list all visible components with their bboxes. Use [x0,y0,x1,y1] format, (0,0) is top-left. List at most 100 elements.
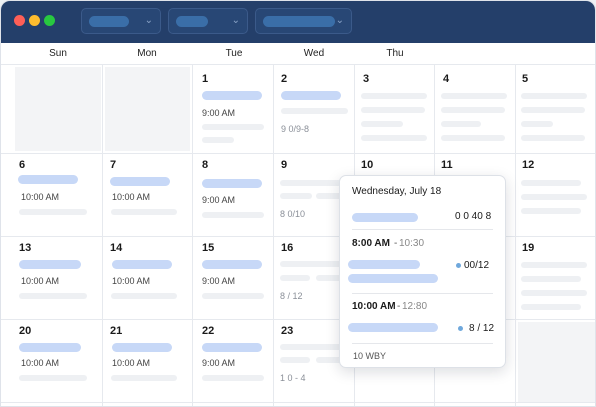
placeholder-line [202,375,264,381]
day-cell-8[interactable]: 8 9:00 AM [193,154,273,236]
placeholder-line [441,93,507,99]
minimize-window-button[interactable] [29,15,40,26]
placeholder-line [521,290,587,296]
event-bar[interactable] [112,343,172,352]
placeholder-line [19,209,87,215]
day-cell-4[interactable]: 4 [435,65,515,153]
day-number: 12 [522,159,535,171]
placeholder-line [521,304,581,310]
day-number: 7 [110,159,117,171]
divider [352,293,493,294]
event-time: 9:00 AM [202,276,236,286]
placeholder-line [202,137,234,143]
day-number: 11 [441,159,453,171]
day-number: 13 [19,242,32,254]
placeholder-line [521,180,581,186]
day-cell-14[interactable]: 14 10:00 AM [103,237,192,319]
placeholder-line [111,375,177,381]
placeholder-line [521,107,585,113]
day-number: 21 [110,325,123,337]
day-number: 4 [443,73,450,85]
day-number: 14 [110,242,123,254]
event-bar[interactable] [348,323,438,332]
event-bar[interactable] [202,179,262,188]
event-detail: 9 0/9-8 [281,124,310,134]
event-bar[interactable] [281,91,341,100]
day-number: 20 [19,325,32,337]
day-cell-13[interactable]: 13 10:00 AM [1,237,102,319]
placeholder-line [361,121,403,127]
day-cell-7[interactable]: 7 10:00 AM [103,154,192,236]
weekday-header-tue: Tue [225,48,243,59]
day-cell-3[interactable]: 3 [355,65,434,153]
slot-start-time: 10:00 AM [352,301,396,312]
day-cell-2[interactable]: 2 9 0/9-8 [274,65,354,153]
event-bar[interactable] [202,260,262,269]
day-cell-1[interactable]: 1 9:00 AM [193,65,273,153]
event-time: 9:00 AM [202,358,236,368]
day-number: 15 [202,242,215,254]
zoom-window-button[interactable] [44,15,55,26]
event-bar[interactable] [110,177,170,186]
event-bar[interactable] [19,343,81,352]
grid-line [1,402,595,403]
event-bar[interactable] [202,343,262,352]
placeholder-line [521,135,585,141]
day-number: 19 [522,242,535,254]
day-cell-19[interactable]: 19 [516,237,595,319]
placeholder-line [521,121,553,127]
month-dropdown[interactable]: ⌄ [168,8,248,34]
calendar-dropdown[interactable]: ⌄ [255,8,352,34]
day-cell-6[interactable]: 6 10:00 AM [1,154,102,236]
slot-time-separator: - [397,301,401,312]
chevron-down-icon: ⌄ [144,15,153,26]
popover-footer: 10 WBY [353,351,387,361]
day-number: 6 [19,159,26,171]
status-dot [458,326,463,331]
day-cell-15[interactable]: 15 9:00 AM [193,237,273,319]
slot-start-time: 8:00 AM [352,238,390,249]
close-window-button[interactable] [14,15,25,26]
event-bar[interactable] [348,274,438,283]
event-bar[interactable] [348,260,420,269]
weekday-header-thu: Thu [386,48,404,59]
event-bar[interactable] [19,260,81,269]
chevron-down-icon: ⌄ [231,15,240,26]
placeholder-line [202,124,264,130]
placeholder-line [521,208,581,214]
event-time: 10:00 AM [112,192,151,202]
calendar-window: ⌄ ⌄ ⌄ Sun Mon Tue Wed Thu 1 9:00 AM 2 9 … [0,0,596,407]
placeholder-line [521,276,581,282]
chevron-down-icon: ⌄ [335,15,344,26]
divider [352,343,493,344]
popover-title: Wednesday, July 18 [352,186,442,197]
weekday-header-sun: Sun [49,48,67,59]
day-number: 3 [363,73,370,85]
event-bar[interactable] [112,260,172,269]
slot-capacity: 8 / 12 [469,323,495,334]
day-cell-22[interactable]: 22 9:00 AM [193,320,273,402]
view-dropdown[interactable]: ⌄ [81,8,161,34]
day-number: 16 [281,242,294,254]
divider [352,229,493,230]
placeholder-line [202,212,264,218]
event-bar[interactable] [352,213,418,222]
status-dot [456,263,461,268]
dropdown-value-placeholder [89,16,129,27]
event-bar[interactable] [202,91,262,100]
day-cell-12[interactable]: 12 [516,154,595,236]
placeholder-line [111,209,177,215]
weekday-header-wed: Wed [303,48,325,59]
event-time: 10:00 AM [21,276,60,286]
event-bar[interactable] [18,175,78,184]
placeholder-line [361,107,425,113]
event-detail: 1 0 - 4 [280,373,306,383]
placeholder-line [19,293,87,299]
placeholder-line [280,275,310,281]
placeholder-line [521,194,587,200]
day-cell-20[interactable]: 20 10:00 AM [1,320,102,402]
day-cell-5[interactable]: 5 [516,65,595,153]
day-cell-empty [518,322,595,402]
placeholder-line [361,93,427,99]
day-cell-21[interactable]: 21 10:00 AM [103,320,192,402]
